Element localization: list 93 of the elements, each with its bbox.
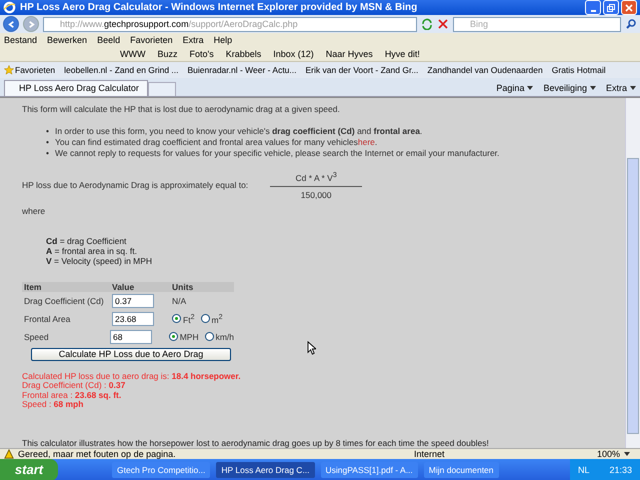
clock: 21:33: [609, 464, 632, 475]
result-text: Calculated HP loss due to aero drag is: 18.4 horsepower.: [22, 372, 242, 382]
intro-text: This form will calculate the HP that is lost due to aerodynamic drag at a given speed.: [22, 104, 341, 114]
caret-icon: [630, 86, 636, 90]
where-text: where: [22, 206, 46, 216]
bullet-text: In order to use this form, you need to know your vehicle's drag coefficient (Cd) and frontal area.: [54, 126, 422, 137]
row-label: Frontal Area: [23, 314, 72, 324]
command-menu[interactable]: Beveiliging: [543, 83, 596, 93]
radio-button[interactable]: [200, 314, 210, 324]
toolbar-button[interactable]: Krabbels: [226, 49, 262, 59]
toolbar-button[interactable]: Inbox (12): [273, 49, 314, 59]
taskbar-button[interactable]: Gtech Pro Competitio...: [112, 462, 210, 478]
restore-button[interactable]: [603, 0, 619, 15]
close-icon: [624, 2, 634, 12]
calculate-button[interactable]: Calculate HP Loss due to Aero Drag: [31, 348, 231, 361]
restore-icon: [606, 2, 616, 12]
stop-icon[interactable]: [437, 18, 449, 30]
favorite-link[interactable]: Zandhandel van Oudenaarden: [427, 65, 543, 75]
column-header: Value: [112, 282, 136, 292]
back-button[interactable]: [3, 16, 19, 32]
formula-label: HP loss due to Aerodynamic Drag is approximately equal to:: [22, 180, 248, 190]
radio-button[interactable]: [172, 314, 181, 324]
result-text: Drag Coefficient (Cd) : 0.37: [22, 381, 126, 391]
taskbar-button[interactable]: UsingPASS[1].pdf - A...: [320, 462, 418, 478]
radio-label: Ft$^{2}$: [183, 312, 194, 325]
command-menu[interactable]: Pagina: [496, 83, 534, 93]
status-text: Gereed, maar met fouten op de pagina.: [18, 448, 177, 459]
value-input[interactable]: 68: [110, 330, 152, 344]
units-text: N/A: [172, 296, 186, 306]
bullet-marker: •: [46, 148, 49, 159]
caret-icon: [590, 86, 596, 90]
security-zone: Internet: [414, 448, 446, 459]
scrollbar[interactable]: [625, 98, 640, 448]
column-header: Units: [172, 282, 194, 292]
radio-label: m$^{2}$: [212, 312, 223, 325]
column-header: Item: [23, 282, 42, 292]
command-menu[interactable]: Extra: [606, 83, 636, 93]
close-button[interactable]: [621, 0, 637, 15]
window-title: HP Loss Aero Drag Calculator - Windows Internet Explorer provided by MSN & Bing: [20, 2, 418, 13]
footer-text: This calculator illustrates how the horsepower lost to aerodynamic drag goes up by 8 times for each time the speed doubles!: [22, 438, 490, 448]
radio-label: km/h: [216, 332, 234, 342]
row-label: Drag Coefficient (Cd): [23, 296, 105, 306]
minimize-button[interactable]: [585, 0, 601, 15]
menu-item[interactable]: Help: [214, 35, 232, 45]
menu-item[interactable]: Bestand: [4, 35, 38, 45]
favorite-link[interactable]: Gratis Hotmail: [552, 65, 606, 75]
favorite-link[interactable]: Erik van der Voort - Zand Gr...: [306, 65, 418, 75]
value-input[interactable]: 23.68: [112, 312, 154, 326]
mouse-pointer-icon: [307, 341, 316, 355]
result-text: Frontal area : 23.68 sq. ft.: [22, 390, 122, 400]
taskbar-button[interactable]: Mijn documenten: [424, 462, 499, 478]
bullet-text: We cannot reply to requests for values for your specific vehicle, please search the Internet or email your manufacturer.: [54, 148, 500, 159]
taskbar-button[interactable]: HP Loss Aero Drag C...: [216, 462, 315, 478]
address-field[interactable]: http://www.gtechprosupport.com/support/AeroDragCalc.php: [43, 16, 417, 32]
result-text: Speed : 68 mph: [22, 400, 84, 410]
search-icon[interactable]: [625, 18, 637, 30]
definition-text: V = Velocity (speed) in MPH: [46, 256, 154, 266]
menu-item[interactable]: Extra: [182, 35, 204, 45]
menu-item[interactable]: Bewerken: [47, 35, 88, 45]
warning-icon: [4, 448, 14, 459]
favorites-button[interactable]: Favorieten: [15, 65, 56, 75]
favorite-link[interactable]: leobellen.nl - Zand en Grind ...: [64, 65, 179, 75]
radio-button[interactable]: [204, 332, 214, 342]
definition-text: A = frontal area in sq. ft.: [46, 246, 138, 256]
radio-label: MPH: [180, 332, 199, 342]
refresh-icon[interactable]: [421, 18, 433, 30]
minimize-icon: [590, 10, 596, 12]
browser-logo-icon: [3, 1, 16, 14]
definition-text: Cd = drag Coefficient: [46, 236, 128, 246]
here-link[interactable]: here: [358, 137, 375, 147]
favorite-link[interactable]: Buienradar.nl - Weer - Actu...: [188, 65, 296, 75]
zoom-level[interactable]: 100%: [596, 448, 620, 459]
bullet-marker: •: [46, 126, 49, 137]
formula-denominator: 150,000: [300, 190, 332, 200]
toolbar-button[interactable]: Foto's: [190, 49, 214, 59]
value-input[interactable]: 0.37: [112, 294, 154, 308]
toolbar-button[interactable]: Hyve dit!: [384, 49, 420, 59]
toolbar-button[interactable]: WWW: [120, 49, 146, 59]
bullet-text: You can find estimated drag coefficient and frontal area values for many vehicleshere.: [54, 137, 378, 148]
row-label: Speed: [23, 332, 50, 342]
caret-icon: [527, 86, 534, 90]
browser-tab[interactable]: HP Loss Aero Drag Calculator: [4, 80, 148, 96]
toolbar-button[interactable]: Buzz: [157, 49, 178, 59]
bullet-marker: •: [46, 137, 49, 148]
radio-button[interactable]: [168, 332, 178, 342]
start-button[interactable]: start: [0, 458, 58, 480]
menu-item[interactable]: Beeld: [97, 35, 120, 45]
caret-icon[interactable]: [624, 452, 630, 456]
star-icon: [4, 65, 14, 75]
toolbar-button[interactable]: Naar Hyves: [326, 49, 373, 59]
forward-button[interactable]: [23, 16, 39, 32]
formula-numerator: Cd * A * V$^{3}$: [296, 171, 337, 183]
menu-item[interactable]: Favorieten: [130, 35, 173, 45]
